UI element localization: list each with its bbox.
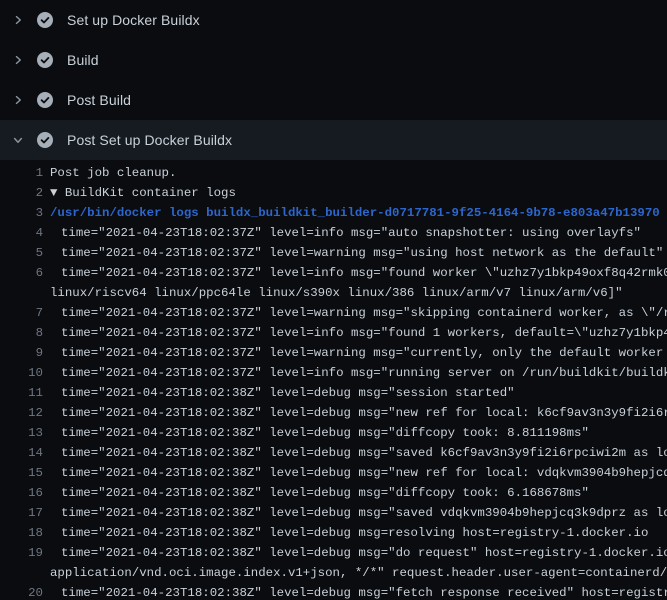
log-line-content: time="2021-04-23T18:02:38Z" level=debug …	[50, 423, 589, 443]
log-line-number[interactable]: 6	[0, 263, 43, 283]
log-line: 20 time="2021-04-23T18:02:38Z" level=deb…	[0, 583, 667, 600]
step-section-header[interactable]: Build	[0, 40, 667, 80]
log-line-content: time="2021-04-23T18:02:37Z" level=warnin…	[50, 343, 667, 363]
log-line-number[interactable]: 7	[0, 303, 43, 323]
log-line: 10 time="2021-04-23T18:02:37Z" level=inf…	[0, 363, 667, 383]
log-line: 11 time="2021-04-23T18:02:38Z" level=deb…	[0, 383, 667, 403]
log-line: 12 time="2021-04-23T18:02:38Z" level=deb…	[0, 403, 667, 423]
log-line-number[interactable]: 3	[0, 203, 43, 223]
log-line-content: time="2021-04-23T18:02:38Z" level=debug …	[50, 383, 515, 403]
step-section-title: Set up Docker Buildx	[67, 12, 200, 28]
log-line-number[interactable]: 9	[0, 343, 43, 363]
log-line-number[interactable]: 17	[0, 503, 43, 523]
step-sections: Set up Docker Buildx Build Post Buil	[0, 0, 667, 160]
log-line: 6 time="2021-04-23T18:02:37Z" level=info…	[0, 263, 667, 303]
step-section-header[interactable]: Post Set up Docker Buildx	[0, 120, 667, 160]
log-line-content: time="2021-04-23T18:02:38Z" level=debug …	[50, 403, 667, 423]
log-line-content: time="2021-04-23T18:02:37Z" level=info m…	[50, 223, 641, 243]
step-section-header[interactable]: Set up Docker Buildx	[0, 0, 667, 40]
log-line-content: time="2021-04-23T18:02:38Z" level=debug …	[50, 523, 648, 543]
log-line-number[interactable]: 14	[0, 443, 43, 463]
log-line: 1 Post job cleanup.	[0, 163, 667, 183]
step-section-title: Post Set up Docker Buildx	[67, 132, 232, 148]
log-lines: 1 Post job cleanup. 2 ▼ BuildKit contain…	[0, 160, 667, 600]
log-line: 14 time="2021-04-23T18:02:38Z" level=deb…	[0, 443, 667, 463]
log-group-toggle[interactable]: ▼ BuildKit container logs	[50, 183, 236, 203]
log-line: 15 time="2021-04-23T18:02:38Z" level=deb…	[0, 463, 667, 483]
log-line-number[interactable]: 10	[0, 363, 43, 383]
log-line-content: time="2021-04-23T18:02:38Z" level=debug …	[50, 543, 667, 583]
log-line: 13 time="2021-04-23T18:02:38Z" level=deb…	[0, 423, 667, 443]
log-line: 16 time="2021-04-23T18:02:38Z" level=deb…	[0, 483, 667, 503]
log-line-content: time="2021-04-23T18:02:38Z" level=debug …	[50, 483, 589, 503]
log-line-number[interactable]: 20	[0, 583, 43, 600]
log-line: 7 time="2021-04-23T18:02:37Z" level=warn…	[0, 303, 667, 323]
check-circle-icon	[37, 52, 53, 68]
log-line-number[interactable]: 1	[0, 163, 43, 183]
log-line-content: time="2021-04-23T18:02:38Z" level=debug …	[50, 583, 667, 600]
log-line-number[interactable]: 11	[0, 383, 43, 403]
log-line-content: time="2021-04-23T18:02:37Z" level=warnin…	[50, 303, 667, 323]
log-line: 3 /usr/bin/docker logs buildx_buildkit_b…	[0, 203, 667, 223]
log-line-content: time="2021-04-23T18:02:38Z" level=debug …	[50, 463, 667, 483]
workflow-log-viewer: Set up Docker Buildx Build Post Buil	[0, 0, 667, 600]
step-section-header[interactable]: Post Build	[0, 80, 667, 120]
log-line-content: time="2021-04-23T18:02:37Z" level=warnin…	[50, 243, 663, 263]
chevron-down-icon	[12, 134, 24, 146]
log-line-content: time="2021-04-23T18:02:38Z" level=debug …	[50, 443, 667, 463]
log-line: 2 ▼ BuildKit container logs	[0, 183, 667, 203]
log-line-content: time="2021-04-23T18:02:37Z" level=info m…	[50, 363, 667, 383]
log-line-number[interactable]: 16	[0, 483, 43, 503]
log-line: 18 time="2021-04-23T18:02:38Z" level=deb…	[0, 523, 667, 543]
log-line-content: Post job cleanup.	[50, 163, 176, 183]
log-line: 9 time="2021-04-23T18:02:37Z" level=warn…	[0, 343, 667, 363]
log-line: 19 time="2021-04-23T18:02:38Z" level=deb…	[0, 543, 667, 583]
log-line-number[interactable]: 4	[0, 223, 43, 243]
log-line: 8 time="2021-04-23T18:02:37Z" level=info…	[0, 323, 667, 343]
log-line-number[interactable]: 18	[0, 523, 43, 543]
step-section-title: Post Build	[67, 92, 131, 108]
log-line-number[interactable]: 12	[0, 403, 43, 423]
log-line: 4 time="2021-04-23T18:02:37Z" level=info…	[0, 223, 667, 243]
log-line-number[interactable]: 8	[0, 323, 43, 343]
log-line: 5 time="2021-04-23T18:02:37Z" level=warn…	[0, 243, 667, 263]
log-line-content: time="2021-04-23T18:02:37Z" level=info m…	[50, 323, 667, 343]
log-line-number[interactable]: 13	[0, 423, 43, 443]
step-section-title: Build	[67, 52, 99, 68]
log-line-content: time="2021-04-23T18:02:38Z" level=debug …	[50, 503, 667, 523]
chevron-right-icon	[12, 54, 24, 66]
chevron-right-icon	[12, 94, 24, 106]
log-line-content: time="2021-04-23T18:02:37Z" level=info m…	[50, 263, 667, 303]
log-line-number[interactable]: 2	[0, 183, 43, 203]
log-line: 17 time="2021-04-23T18:02:38Z" level=deb…	[0, 503, 667, 523]
log-line-number[interactable]: 5	[0, 243, 43, 263]
log-line-content: /usr/bin/docker logs buildx_buildkit_bui…	[50, 203, 660, 223]
log-line-number[interactable]: 19	[0, 543, 43, 563]
check-circle-icon	[37, 132, 53, 148]
chevron-right-icon	[12, 14, 24, 26]
log-line-number[interactable]: 15	[0, 463, 43, 483]
check-circle-icon	[37, 12, 53, 28]
check-circle-icon	[37, 92, 53, 108]
